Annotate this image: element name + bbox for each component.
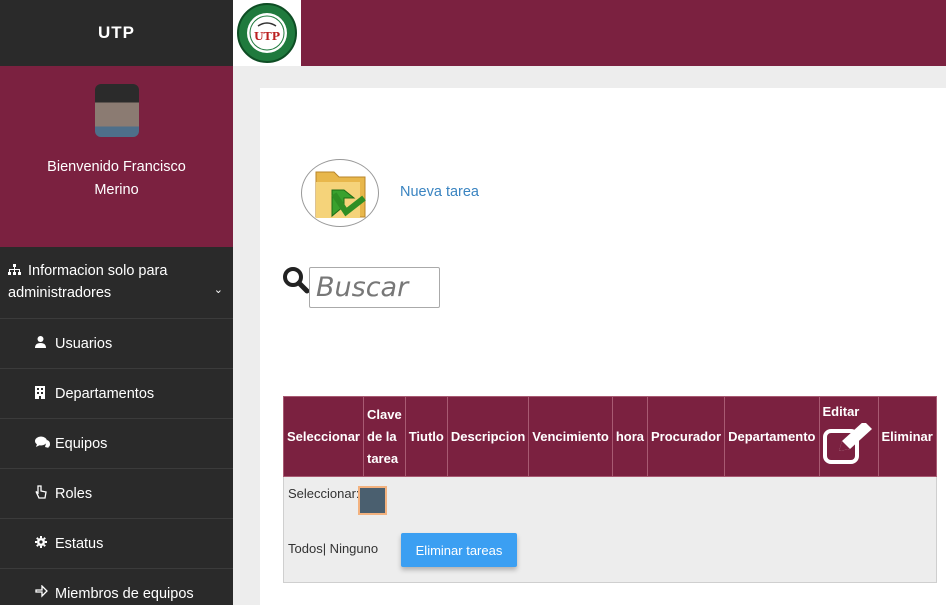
col-editar: Editar bbox=[818, 396, 879, 477]
tasks-table: Seleccionar Clave de la tarea Tiutlo Des… bbox=[283, 396, 937, 583]
select-all-none-links[interactable]: Todos| Ninguno bbox=[288, 541, 378, 556]
new-task-folder-icon[interactable] bbox=[301, 159, 379, 227]
col-hora: hora bbox=[611, 396, 649, 477]
search-input[interactable] bbox=[309, 267, 440, 308]
sitemap-icon bbox=[8, 260, 22, 282]
brand-title[interactable]: UTP bbox=[0, 0, 233, 66]
col-titulo: Tiutlo bbox=[404, 396, 448, 477]
sidebar-item-roles[interactable]: Roles bbox=[0, 469, 233, 519]
col-seleccionar: Seleccionar bbox=[283, 396, 364, 477]
sidebar-item-departamentos[interactable]: Departamentos bbox=[0, 369, 233, 419]
profile-panel: Bienvenido Francisco Merino bbox=[0, 66, 233, 247]
university-logo: UTP bbox=[233, 0, 301, 66]
col-procurador: Procurador bbox=[647, 396, 726, 477]
chevron-down-icon: ⌄ bbox=[213, 284, 223, 296]
comments-icon bbox=[35, 436, 55, 451]
col-editar-label: Editar bbox=[822, 404, 860, 419]
main-panel: Nueva tarea Seleccionar Clave de la tare… bbox=[260, 88, 946, 605]
building-icon bbox=[35, 385, 55, 402]
admin-section-toggle[interactable]: Informacion solo para administradores ⌄ bbox=[0, 247, 233, 319]
new-task-link[interactable]: Nueva tarea bbox=[400, 184, 479, 200]
col-eliminar: Eliminar bbox=[877, 396, 937, 477]
edit-icon[interactable] bbox=[822, 421, 875, 468]
select-all-checkbox[interactable] bbox=[358, 486, 387, 515]
col-descripcion: Descripcion bbox=[446, 396, 530, 477]
avatar[interactable] bbox=[94, 84, 139, 137]
sidebar-item-label: Usuarios bbox=[55, 335, 113, 352]
top-bar: UTP UTP bbox=[0, 0, 946, 66]
col-clave: Clave de la tarea bbox=[363, 396, 406, 477]
sidebar-item-usuarios[interactable]: Usuarios bbox=[0, 319, 233, 369]
sidebar-item-miembros[interactable]: Miembros de equipos bbox=[0, 569, 233, 605]
search-icon[interactable] bbox=[282, 266, 310, 299]
sidebar-item-label: Estatus bbox=[55, 535, 104, 552]
welcome-text: Bienvenido Francisco Merino bbox=[47, 159, 186, 198]
sidebar-item-estatus[interactable]: Estatus bbox=[0, 519, 233, 569]
delete-tasks-button[interactable]: Eliminar tareas bbox=[401, 533, 517, 567]
svg-text:UTP: UTP bbox=[254, 30, 280, 43]
sidebar-item-label: Roles bbox=[55, 485, 93, 502]
col-departamento: Departamento bbox=[724, 396, 820, 477]
admin-section-label: Informacion solo para administradores bbox=[8, 263, 168, 301]
sidebar-item-label: Miembros de equipos bbox=[55, 585, 194, 602]
hand-pointer-icon bbox=[35, 485, 55, 502]
sidebar: Bienvenido Francisco Merino Informacion … bbox=[0, 66, 233, 605]
sidebar-item-label: Departamentos bbox=[55, 385, 155, 402]
user-icon bbox=[35, 336, 55, 351]
table-row: Seleccionar: Todos| Ninguno Eliminar tar… bbox=[283, 476, 937, 583]
select-label: Seleccionar: bbox=[288, 486, 360, 501]
table-header-row: Seleccionar Clave de la tarea Tiutlo Des… bbox=[283, 396, 937, 477]
bulk-actions-cell: Seleccionar: Todos| Ninguno Eliminar tar… bbox=[283, 476, 937, 583]
sidebar-item-equipos[interactable]: Equipos bbox=[0, 419, 233, 469]
col-vencimiento: Vencimiento bbox=[528, 396, 613, 477]
sidebar-item-label: Equipos bbox=[55, 435, 108, 452]
hand-pointer-icon bbox=[35, 584, 55, 602]
gear-icon bbox=[35, 536, 55, 551]
